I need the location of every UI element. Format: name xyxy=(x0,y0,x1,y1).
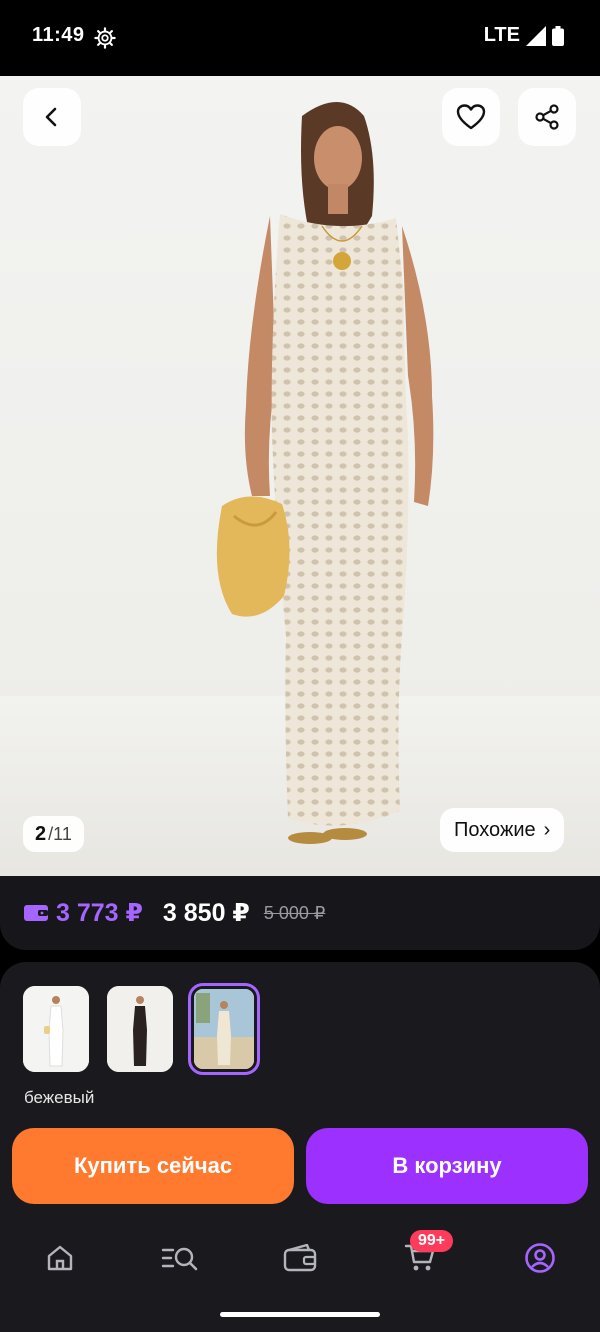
nav-cart[interactable]: 99+ xyxy=(360,1228,480,1288)
color-thumbnails xyxy=(23,983,260,1075)
image-counter-total: 11 xyxy=(53,823,72,844)
similar-label: Похожие xyxy=(454,818,536,841)
nav-wallet[interactable] xyxy=(240,1228,360,1288)
current-price: 3 850 ₽ xyxy=(162,899,250,927)
thumbnail-image xyxy=(23,986,89,1072)
home-icon xyxy=(47,1245,73,1271)
thumbnail-image xyxy=(107,986,173,1072)
profile-icon xyxy=(525,1243,555,1273)
price-section: 3 773 ₽ 3 850 ₽ 5 000 ₽ xyxy=(0,876,600,950)
chevron-left-icon xyxy=(45,107,57,127)
back-button[interactable] xyxy=(23,88,81,146)
buy-now-button[interactable]: Купить сейчас xyxy=(12,1128,294,1204)
image-counter: 2 / 11 xyxy=(23,816,84,852)
share-button[interactable] xyxy=(518,88,576,146)
bottom-navigation: 99+ xyxy=(0,1228,600,1288)
network-label: LTE xyxy=(483,24,520,46)
product-photo xyxy=(0,102,600,876)
heart-icon xyxy=(456,104,486,130)
cart-badge: 99+ xyxy=(410,1230,454,1252)
wallet-price: 3 773 ₽ xyxy=(56,899,143,927)
similar-button[interactable]: Похожие › xyxy=(440,808,565,852)
image-counter-current: 2 xyxy=(35,822,47,845)
selected-color-name: бежевый xyxy=(24,1088,95,1107)
nav-home[interactable] xyxy=(0,1228,120,1288)
thumbnail-black-dress[interactable] xyxy=(107,986,173,1072)
add-to-cart-button[interactable]: В корзину xyxy=(306,1128,588,1204)
thumbnail-image xyxy=(194,989,254,1069)
battery-icon xyxy=(552,25,564,46)
nav-profile[interactable] xyxy=(480,1228,600,1288)
wallet-icon xyxy=(24,905,48,921)
status-bar: 11:49 LTE xyxy=(0,0,600,76)
thumbnail-beige-dress[interactable] xyxy=(188,983,260,1075)
home-indicator[interactable] xyxy=(220,1312,380,1317)
wallet-icon xyxy=(283,1244,317,1272)
product-gallery[interactable]: 2 / 11 Похожие › xyxy=(0,76,600,876)
nav-catalog[interactable] xyxy=(120,1228,240,1288)
gear-icon xyxy=(94,27,116,49)
signal-icon xyxy=(526,25,546,46)
favorite-button[interactable] xyxy=(442,88,500,146)
thumbnail-white-dress[interactable] xyxy=(23,986,89,1072)
catalog-search-icon xyxy=(161,1247,198,1271)
share-icon xyxy=(535,104,559,130)
status-time: 11:49 xyxy=(32,24,85,46)
chevron-right-icon: › xyxy=(543,818,551,841)
old-price: 5 000 ₽ xyxy=(263,902,326,923)
